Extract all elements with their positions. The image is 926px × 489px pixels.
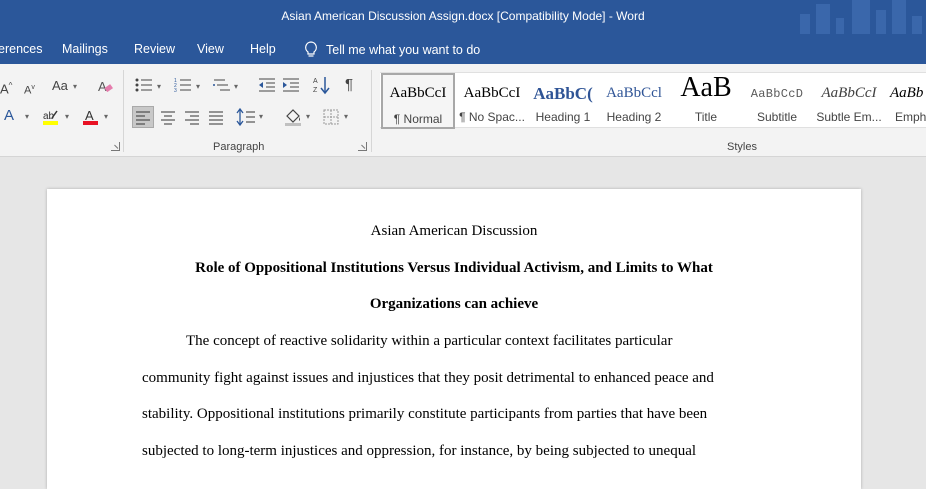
style-heading-1[interactable]: AaBbC( Heading 1 bbox=[526, 73, 600, 129]
line-spacing-dropdown[interactable]: ▾ bbox=[259, 112, 263, 121]
tell-me-label: Tell me what you want to do bbox=[326, 42, 481, 57]
svg-text:3: 3 bbox=[174, 88, 177, 93]
grow-font-button[interactable]: A^ bbox=[0, 78, 12, 97]
document-heading-line-2: Organizations can achieve bbox=[369, 296, 539, 312]
align-left-button[interactable] bbox=[132, 106, 154, 128]
multilevel-list-dropdown[interactable]: ▾ bbox=[234, 82, 238, 91]
body-line-2: community fight against issues and injus… bbox=[142, 370, 714, 386]
font-color-icon[interactable]: A bbox=[82, 108, 100, 131]
style-normal[interactable]: AaBbCcI ¶ Normal bbox=[381, 73, 455, 129]
style-emphasis[interactable]: AaBb Emph bbox=[886, 73, 926, 129]
change-case-dropdown[interactable]: ▾ bbox=[73, 82, 77, 91]
highlight-dropdown[interactable]: ▾ bbox=[65, 112, 69, 121]
bullets-dropdown[interactable]: ▾ bbox=[157, 82, 161, 91]
bullets-icon[interactable] bbox=[135, 77, 153, 98]
style-heading-2[interactable]: AaBbCcl Heading 2 bbox=[597, 73, 671, 129]
styles-group-label: Styles bbox=[727, 141, 757, 153]
document-title: Asian American Discussion bbox=[370, 223, 538, 239]
tab-mailings[interactable]: Mailings bbox=[62, 42, 108, 56]
svg-text:Z: Z bbox=[313, 87, 318, 94]
font-color-dropdown[interactable]: ▾ bbox=[104, 112, 108, 121]
svg-text:A: A bbox=[98, 79, 107, 94]
style-subtitle[interactable]: AaBbCcD Subtitle bbox=[740, 73, 814, 129]
change-case-button[interactable]: Aa bbox=[52, 78, 68, 94]
tell-me-search[interactable]: Tell me what you want to do bbox=[304, 41, 480, 58]
lightbulb-icon bbox=[305, 41, 317, 57]
tab-help[interactable]: Help bbox=[250, 42, 276, 56]
paragraph-group-label: Paragraph bbox=[213, 141, 265, 153]
tab-review[interactable]: Review bbox=[134, 42, 175, 56]
style-no-spacing[interactable]: AaBbCcI ¶ No Spac... bbox=[455, 73, 529, 129]
show-formatting-icon[interactable]: ¶ bbox=[345, 77, 353, 93]
tab-view[interactable]: View bbox=[197, 42, 224, 56]
svg-text:A: A bbox=[85, 108, 94, 123]
align-right-icon[interactable] bbox=[182, 107, 202, 132]
document-heading-line-1: Role of Oppositional Institutions Versus… bbox=[195, 260, 713, 276]
styles-gallery: AaBbCcI ¶ Normal AaBbCcI ¶ No Spac... Aa… bbox=[380, 72, 926, 129]
shrink-font-button[interactable]: Av bbox=[24, 80, 35, 99]
tab-references[interactable]: erences bbox=[0, 42, 42, 56]
multilevel-list-icon[interactable] bbox=[213, 77, 231, 98]
text-effects-button[interactable]: A bbox=[4, 108, 14, 124]
highlight-icon[interactable]: ab bbox=[42, 108, 60, 131]
body-line-1: The concept of reactive solidarity withi… bbox=[186, 333, 673, 349]
numbering-icon[interactable]: 123 bbox=[174, 77, 192, 98]
borders-icon[interactable] bbox=[322, 108, 340, 131]
align-left-icon bbox=[136, 111, 150, 125]
body-line-4: subjected to long-term injustices and op… bbox=[142, 443, 697, 459]
style-title[interactable]: AaB Title bbox=[669, 73, 743, 129]
text-effects-dropdown[interactable]: ▾ bbox=[25, 112, 29, 121]
line-spacing-icon[interactable] bbox=[236, 107, 256, 132]
shading-dropdown[interactable]: ▾ bbox=[306, 112, 310, 121]
decrease-indent-icon[interactable] bbox=[258, 77, 276, 98]
increase-indent-icon[interactable] bbox=[282, 77, 300, 98]
document-page[interactable]: Asian American Discussion Role of Opposi… bbox=[47, 189, 861, 489]
title-bar: Asian American Discussion Assign.docx [C… bbox=[0, 0, 926, 34]
paragraph-dialog-launcher-icon[interactable] bbox=[358, 142, 367, 151]
title-bar-decoration bbox=[796, 0, 926, 34]
justify-icon[interactable] bbox=[206, 107, 226, 132]
borders-dropdown[interactable]: ▾ bbox=[344, 112, 348, 121]
ribbon-tabs: erences Mailings Review View Help Tell m… bbox=[0, 34, 926, 64]
font-dialog-launcher-icon[interactable] bbox=[111, 142, 120, 151]
clear-formatting-icon[interactable]: A bbox=[97, 78, 113, 99]
window-title: Asian American Discussion Assign.docx [C… bbox=[281, 9, 645, 23]
numbering-dropdown[interactable]: ▾ bbox=[196, 82, 200, 91]
svg-text:A: A bbox=[313, 78, 318, 85]
body-line-3: stability. Oppositional institutions pri… bbox=[142, 406, 708, 422]
align-center-icon[interactable] bbox=[158, 107, 178, 132]
style-subtle-emphasis[interactable]: AaBbCcI Subtle Em... bbox=[812, 73, 886, 129]
shading-icon[interactable] bbox=[283, 107, 303, 132]
sort-icon[interactable]: AZ bbox=[313, 75, 331, 100]
